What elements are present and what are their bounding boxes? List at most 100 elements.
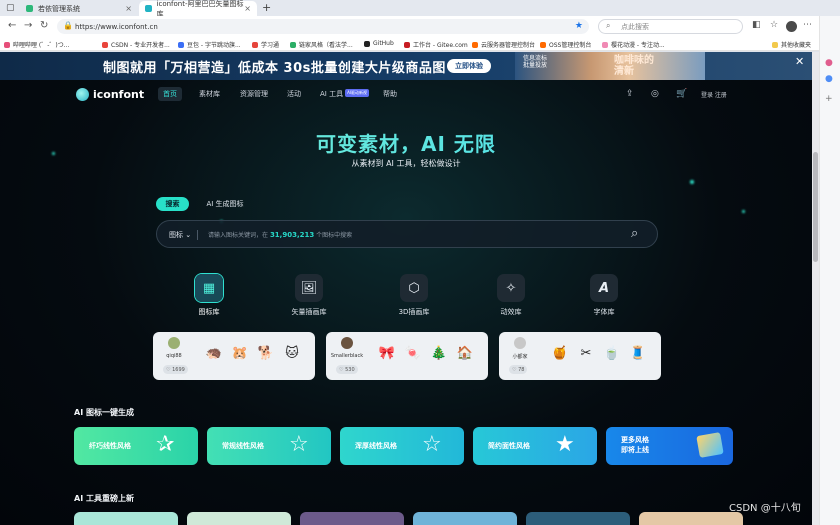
tab-ai-generate[interactable]: AI 生成图标 xyxy=(197,197,253,211)
browser-tab-ruoyi[interactable]: 若依管理系统 × xyxy=(20,1,138,16)
shiba-dog-icon[interactable]: 🐕 xyxy=(257,345,275,363)
bow-icon[interactable]: 🎀 xyxy=(378,345,396,363)
ruoyi-favicon-icon xyxy=(26,5,33,12)
bookmark-favicon-icon xyxy=(252,41,258,48)
decorative-glow xyxy=(742,210,745,213)
star-filled-icon: ★ xyxy=(555,432,575,457)
thread-icon[interactable]: 🧵 xyxy=(629,345,647,363)
bookmark-oss[interactable]: OSS管理控制台 xyxy=(540,40,591,49)
nav-item-events[interactable]: 活动 xyxy=(287,89,301,99)
category-icon-library[interactable]: ▦ 图标库 xyxy=(179,274,239,317)
category-label: 3D插画库 xyxy=(398,308,430,316)
bookmark-doubao[interactable]: 豆包 - 字节跳动旗... xyxy=(178,40,241,49)
icon-search-bar[interactable]: 图标 ⌄ 请输入图标关键词，在 31,903,213 个图标中搜索 ⌕ xyxy=(156,220,658,248)
bookmark-lianjia[interactable]: 链家风格（看法学... xyxy=(290,40,353,49)
profile-avatar[interactable] xyxy=(786,21,797,32)
search-icon: ⌕ xyxy=(606,21,611,30)
tool-card[interactable] xyxy=(526,512,630,525)
style-card-thick-line[interactable]: 浑厚线性风格 ☆ xyxy=(340,427,464,465)
browser-sidebar: ● ● + xyxy=(819,16,840,525)
browser-tab-iconfont[interactable]: iconfont-阿里巴巴矢量图标库 × xyxy=(139,0,257,18)
candy-cane-icon[interactable]: 🍬 xyxy=(404,345,422,363)
tab-actions-icon[interactable]: ▢ xyxy=(6,3,15,13)
favorite-star-icon[interactable]: ★ xyxy=(575,21,583,31)
hamster-icon[interactable]: 🐹 xyxy=(231,345,249,363)
cat-icon[interactable]: 🐱 xyxy=(283,345,301,363)
banner-text: 制图就用「万相营造」低成本 30s批量创建大片级商品图 xyxy=(103,61,446,76)
page-scrollbar[interactable] xyxy=(812,52,819,525)
search-category-select[interactable]: 图标 ⌄ xyxy=(169,230,191,240)
style-label: 更多风格 即将上线 xyxy=(621,436,649,454)
jar-icon[interactable]: 🍯 xyxy=(551,345,569,363)
tool-card[interactable] xyxy=(300,512,404,525)
forward-icon[interactable]: → xyxy=(24,21,32,31)
tea-icon[interactable]: 🍵 xyxy=(603,345,621,363)
close-tab-icon[interactable]: × xyxy=(244,4,251,13)
sidebar-app-icon[interactable]: ● xyxy=(825,58,833,68)
avatar xyxy=(511,337,529,349)
split-screen-icon[interactable]: ◧ xyxy=(752,20,761,30)
christmas-tree-icon[interactable]: 🎄 xyxy=(430,345,448,363)
address-bar[interactable]: 🔒 https://www.iconfont.cn ★ xyxy=(57,19,589,34)
sidebar-app-icon[interactable]: ● xyxy=(825,74,833,84)
cart-icon[interactable]: 🛒 xyxy=(676,89,687,99)
close-tab-icon[interactable]: × xyxy=(125,4,132,13)
bookmark-favicon-icon xyxy=(602,41,608,48)
tool-card[interactable] xyxy=(639,512,743,525)
style-card-simple-fill[interactable]: 简约面性风格 ★ xyxy=(473,427,597,465)
category-animation[interactable]: ✧ 动效库 xyxy=(481,274,541,317)
showcase-card[interactable]: Smallerblack ♡ 530 🎀 🍬 🎄 🏠 xyxy=(326,332,488,380)
nav-item-help[interactable]: 帮助 xyxy=(383,89,397,99)
scissors-icon[interactable]: ✂ xyxy=(577,345,595,363)
close-banner-icon[interactable]: ✕ xyxy=(795,55,804,68)
bookmark-xuexitong[interactable]: 学习通 xyxy=(252,40,279,49)
iconfont-logo[interactable]: iconfont xyxy=(76,88,144,101)
search-input[interactable]: 请输入图标关键词，在 31,903,213 个图标中搜索 xyxy=(208,230,352,239)
more-menu-icon[interactable]: ⋯ xyxy=(803,20,812,30)
house-icon[interactable]: 🏠 xyxy=(456,345,474,363)
bookmark-yinghua[interactable]: 樱花动漫 - 专注动... xyxy=(602,40,665,49)
tool-card[interactable] xyxy=(413,512,517,525)
showcase-card[interactable]: qiqi88 ♡ 1699 🦔 🐹 🐕 🐱 xyxy=(153,332,315,380)
new-tab-button[interactable]: + xyxy=(262,1,271,14)
site-nav: iconfont 首页 素材库 资源管理 活动 AI 工具 AI驱动新视 帮助 ⇪… xyxy=(0,80,812,110)
bookmark-bilibili[interactable]: 哔哩哔哩 (゜-゜)つ... xyxy=(4,40,69,49)
address-url: https://www.iconfont.cn xyxy=(75,22,158,31)
style-card-thin-line[interactable]: 纤巧线性风格 ✰ xyxy=(74,427,198,465)
bookmark-github[interactable]: GitHub xyxy=(364,40,394,47)
message-icon[interactable]: ◎ xyxy=(651,89,659,99)
section-title-ai-icons: AI 图标一键生成 xyxy=(74,408,134,417)
login-register-link[interactable]: 登录 注册 xyxy=(701,90,727,99)
nav-item-library[interactable]: 素材库 xyxy=(199,89,220,99)
banner-try-button[interactable]: 立即体验 xyxy=(447,59,491,73)
style-card-regular-line[interactable]: 常规线性风格 ☆ xyxy=(207,427,331,465)
nav-item-resources[interactable]: 资源管理 xyxy=(240,89,268,99)
promo-banner[interactable]: 制图就用「万相营造」低成本 30s批量创建大片级商品图 立即体验 信息流标 批量… xyxy=(0,52,812,80)
hedgehog-icon[interactable]: 🦔 xyxy=(205,345,223,363)
style-card-coming-soon[interactable]: 更多风格 即将上线 xyxy=(606,427,733,465)
bookmark-favicon-icon xyxy=(364,40,370,47)
style-label: 浑厚线性风格 xyxy=(355,442,397,450)
scrollbar-thumb[interactable] xyxy=(813,152,818,262)
showcase-card[interactable]: 小都家 ♡ 78 🍯 ✂ 🍵 🧵 xyxy=(499,332,661,380)
tool-card[interactable] xyxy=(74,512,178,525)
browser-search-input[interactable]: ⌕ 点此搜索 xyxy=(598,19,743,34)
tab-search[interactable]: 搜索 xyxy=(156,197,189,211)
bookmark-other-folder[interactable]: 其他收藏夹 xyxy=(772,40,811,49)
add-sidebar-app-icon[interactable]: + xyxy=(825,94,833,104)
refresh-icon[interactable]: ↻ xyxy=(40,21,48,31)
nav-item-ai-tools[interactable]: AI 工具 AI驱动新视 xyxy=(320,89,369,99)
nav-item-home[interactable]: 首页 xyxy=(158,87,182,101)
favorites-icon[interactable]: ☆ xyxy=(770,20,778,30)
category-fonts[interactable]: A 字体库 xyxy=(574,274,634,317)
category-3d-illustration[interactable]: ⬡ 3D插画库 xyxy=(384,274,444,317)
category-vector-illustration[interactable]: 🖼 矢量插画库 xyxy=(279,274,339,317)
upload-icon[interactable]: ⇪ xyxy=(626,89,634,99)
cube-icon: ⬡ xyxy=(400,274,428,302)
back-icon[interactable]: ← xyxy=(8,21,16,31)
tool-card[interactable] xyxy=(187,512,291,525)
bookmark-csdn[interactable]: CSDN - 专业开发者... xyxy=(102,40,170,49)
bookmark-cloud-server[interactable]: 云服务器管理控制台 xyxy=(472,40,535,49)
search-icon[interactable]: ⌕ xyxy=(631,226,638,241)
bookmark-gitee[interactable]: 工作台 - Gitee.com xyxy=(404,40,468,49)
